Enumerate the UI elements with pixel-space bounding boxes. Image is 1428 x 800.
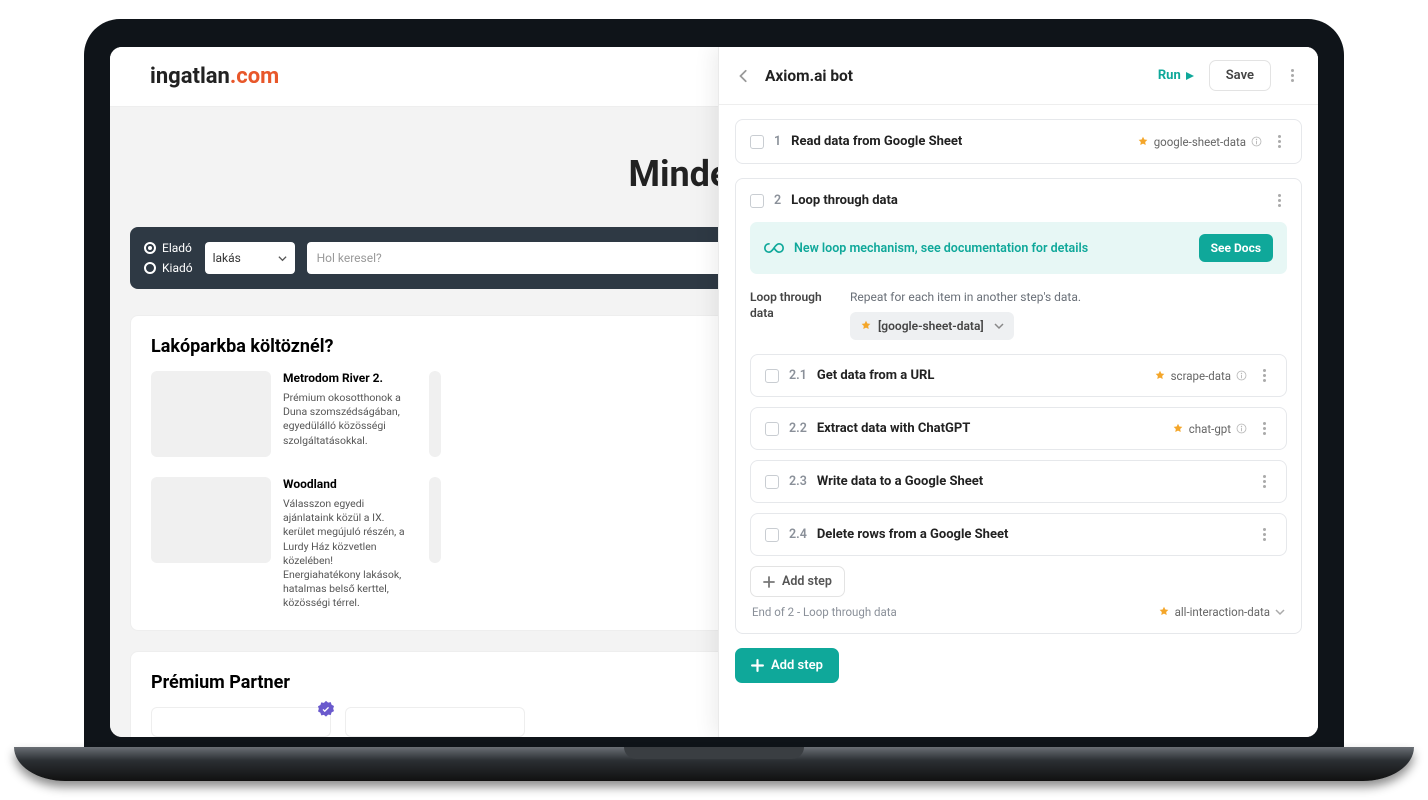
back-button[interactable] — [737, 69, 751, 83]
add-step-button[interactable]: Add step — [735, 648, 839, 683]
play-icon — [1185, 71, 1195, 81]
listing-title: Metrodom River 2. — [283, 371, 411, 385]
info-icon — [1236, 423, 1247, 434]
radio-sale[interactable]: Eladó — [144, 241, 193, 255]
listing-type-radios: Eladó Kiadó — [144, 241, 193, 275]
data-icon — [860, 320, 872, 332]
data-icon — [1158, 606, 1170, 618]
step-number: 2.1 — [789, 368, 807, 383]
chevron-down-icon — [278, 254, 287, 263]
save-button[interactable]: Save — [1209, 60, 1271, 91]
step-number: 2.3 — [789, 474, 807, 489]
step-checkbox[interactable] — [765, 422, 779, 436]
step-title: Loop through data — [791, 193, 1262, 208]
info-icon — [1236, 370, 1247, 381]
logo-word-1: ingatlan — [150, 64, 230, 89]
add-substep-button[interactable]: Add step — [750, 566, 845, 597]
radio-icon — [144, 242, 156, 254]
step-checkbox[interactable] — [765, 475, 779, 489]
loop-output-tag[interactable]: all-interaction-data — [1158, 605, 1285, 619]
data-icon — [1137, 136, 1149, 148]
substep-chatgpt[interactable]: 2.2 Extract data with ChatGPT chat-gpt — [750, 407, 1287, 450]
run-button[interactable]: Run — [1158, 68, 1195, 83]
chevron-down-icon — [1275, 607, 1285, 617]
step-title: Get data from a URL — [817, 368, 1144, 383]
loop-end-row: End of 2 - Loop through data all-interac… — [750, 597, 1287, 619]
listing-card[interactable] — [429, 371, 441, 457]
step-checkbox[interactable] — [765, 528, 779, 542]
step-checkbox[interactable] — [765, 369, 779, 383]
panel-menu-button[interactable] — [1285, 69, 1300, 82]
radio-rent[interactable]: Kiadó — [144, 261, 193, 275]
param-hint: Repeat for each item in another step's d… — [850, 290, 1287, 304]
step-output-tag: chat-gpt — [1172, 422, 1247, 436]
step-number: 2 — [774, 193, 781, 208]
step-menu-button[interactable] — [1257, 422, 1272, 435]
substep-write-sheet[interactable]: 2.3 Write data to a Google Sheet — [750, 460, 1287, 503]
listing-card[interactable]: Woodland Válasszon egyedi ajánlataink kö… — [151, 477, 411, 610]
step-read-sheet[interactable]: 1 Read data from Google Sheet google-she… — [735, 119, 1302, 164]
step-number: 2.4 — [789, 527, 807, 542]
plus-icon — [763, 576, 775, 588]
data-icon — [1154, 370, 1166, 382]
step-checkbox[interactable] — [750, 135, 764, 149]
listing-image — [429, 477, 441, 563]
substep-delete-rows[interactable]: 2.4 Delete rows from a Google Sheet — [750, 513, 1287, 556]
step-menu-button[interactable] — [1257, 475, 1272, 488]
panel-title: Axiom.ai bot — [765, 67, 1144, 85]
step-title: Write data to a Google Sheet — [817, 474, 1247, 489]
loop-notice: New loop mechanism, see documentation fo… — [750, 222, 1287, 274]
notice-text: New loop mechanism, see documentation fo… — [794, 241, 1189, 256]
param-label: Loop through data — [750, 290, 832, 340]
step-menu-button[interactable] — [1272, 194, 1287, 207]
radio-icon — [144, 262, 156, 274]
listing-card[interactable] — [429, 477, 441, 610]
listing-description: Prémium okosotthonok a Duna szomszédságá… — [283, 391, 411, 448]
listing-description: Válasszon egyedi ajánlataink közül a IX.… — [283, 497, 411, 610]
loop-source-select[interactable]: [google-sheet-data] — [850, 312, 1014, 340]
infinity-icon — [764, 241, 784, 255]
substep-get-url[interactable]: 2.1 Get data from a URL scrape-data — [750, 354, 1287, 397]
loop-end-label: End of 2 - Loop through data — [752, 605, 897, 619]
data-icon — [1172, 423, 1184, 435]
step-checkbox[interactable] — [750, 194, 764, 208]
step-title: Delete rows from a Google Sheet — [817, 527, 1247, 542]
chevron-left-icon — [737, 69, 751, 83]
info-icon — [1251, 136, 1262, 147]
axiom-panel: Axiom.ai bot Run Save 1 Read data — [718, 47, 1318, 737]
step-menu-button[interactable] — [1257, 369, 1272, 382]
plus-icon — [751, 659, 764, 672]
chevron-down-icon — [994, 321, 1004, 331]
listing-image — [151, 477, 271, 563]
step-output-tag: scrape-data — [1154, 369, 1247, 383]
step-title: Extract data with ChatGPT — [817, 421, 1162, 436]
panel-header: Axiom.ai bot Run Save — [719, 47, 1318, 105]
see-docs-button[interactable]: See Docs — [1199, 234, 1273, 262]
listing-image — [429, 371, 441, 457]
panel-body: 1 Read data from Google Sheet google-she… — [719, 105, 1318, 737]
site-logo[interactable]: ingatlan.com — [150, 64, 279, 89]
step-menu-button[interactable] — [1257, 528, 1272, 541]
step-title: Read data from Google Sheet — [791, 134, 1127, 149]
partner-card[interactable] — [151, 707, 331, 737]
step-output-tag: google-sheet-data — [1137, 135, 1262, 149]
verified-badge-icon — [316, 700, 336, 720]
listing-image — [151, 371, 271, 457]
loop-data-param: Loop through data Repeat for each item i… — [750, 290, 1287, 340]
step-number: 2.2 — [789, 421, 807, 436]
partner-card[interactable] — [345, 707, 525, 737]
step-menu-button[interactable] — [1272, 135, 1287, 148]
step-number: 1 — [774, 134, 781, 149]
laptop-base — [14, 747, 1414, 781]
listing-card[interactable]: Metrodom River 2. Prémium okosotthonok a… — [151, 371, 411, 457]
step-loop: 2 Loop through data New loop mechanism, … — [735, 178, 1302, 634]
logo-word-2: .com — [230, 64, 279, 89]
laptop-mockup: ingatlan.com Mindenhol Eladó Kiadó lakás — [84, 19, 1344, 781]
listing-title: Woodland — [283, 477, 411, 491]
property-type-select[interactable]: lakás — [205, 242, 295, 274]
